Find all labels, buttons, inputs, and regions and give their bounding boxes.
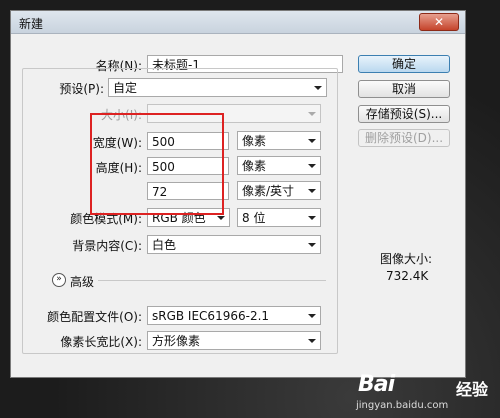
expand-advanced-icon[interactable]: » <box>52 273 66 287</box>
chevron-down-icon <box>314 86 322 90</box>
highlight-annotation-box <box>90 113 224 215</box>
chevron-down-icon <box>308 314 316 318</box>
width-unit-value: 像素 <box>242 134 267 148</box>
close-button[interactable]: ✕ <box>419 13 459 31</box>
advanced-label[interactable]: 高级 <box>70 273 94 290</box>
chevron-down-icon <box>308 139 316 143</box>
image-size-value: 732.4K <box>386 269 429 283</box>
chevron-down-icon <box>308 339 316 343</box>
resolution-unit-value: 像素/英寸 <box>242 184 295 198</box>
chevron-down-icon <box>308 164 316 168</box>
pixel-aspect-label: 像素长宽比(X): <box>60 335 142 349</box>
delete-preset-button: 删除预设(D)... <box>358 129 450 147</box>
chevron-down-icon <box>308 112 316 116</box>
pixel-aspect-value: 方形像素 <box>152 334 201 348</box>
ok-button[interactable]: 确定 <box>358 55 450 73</box>
height-unit-value: 像素 <box>242 159 267 173</box>
chevron-down-icon <box>308 189 316 193</box>
watermark-logo-text: Bai <box>358 372 395 397</box>
dialog-title: 新建 <box>19 17 44 31</box>
watermark-cn-text: 经验 <box>456 380 489 399</box>
background-label: 背景内容(C): <box>72 239 142 253</box>
advanced-divider <box>98 280 326 281</box>
chevron-down-icon <box>308 216 316 220</box>
preset-label: 预设(P): <box>59 82 104 96</box>
bit-depth-value: 8 位 <box>242 211 266 225</box>
width-unit-select[interactable]: 像素 <box>237 131 321 150</box>
dialog-titlebar[interactable]: 新建 ✕ <box>11 11 465 34</box>
color-profile-select[interactable]: sRGB IEC61966-2.1 <box>147 306 321 325</box>
pixel-aspect-select[interactable]: 方形像素 <box>147 331 321 350</box>
color-profile-value: sRGB IEC61966-2.1 <box>152 309 270 323</box>
image-size-label: 图像大小: <box>380 252 433 266</box>
background-select[interactable]: 白色 <box>147 235 321 254</box>
height-unit-select[interactable]: 像素 <box>237 156 321 175</box>
watermark-url: jingyan.baidu.com <box>356 400 449 411</box>
bit-depth-select[interactable]: 8 位 <box>237 208 321 227</box>
preset-select[interactable]: 自定 <box>108 78 327 97</box>
chevron-down-icon <box>217 216 225 220</box>
save-preset-button[interactable]: 存储预设(S)... <box>358 105 450 123</box>
close-icon: ✕ <box>433 15 445 29</box>
preset-value: 自定 <box>113 81 138 95</box>
cancel-button[interactable]: 取消 <box>358 80 450 98</box>
chevron-down-icon <box>308 243 316 247</box>
background-value: 白色 <box>152 238 177 252</box>
resolution-unit-select[interactable]: 像素/英寸 <box>237 181 321 200</box>
baidu-watermark: Bai 经验 jingyan.baidu.com <box>348 370 498 416</box>
color-profile-label: 颜色配置文件(O): <box>47 310 142 324</box>
